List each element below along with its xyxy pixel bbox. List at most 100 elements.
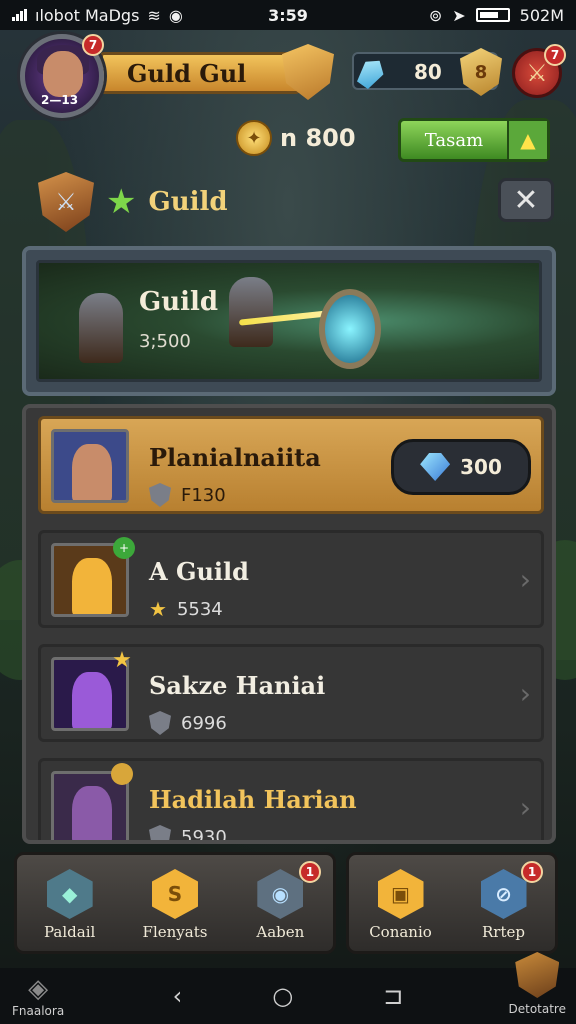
chevron-right-icon: › <box>519 563 531 596</box>
member-stat-value: 5534 <box>176 598 223 620</box>
shield-icon <box>149 825 171 840</box>
guild-banner[interactable]: Guild 3;500 <box>22 246 556 396</box>
location-icon: ➤ <box>452 5 466 25</box>
coin-value: n 800 <box>280 124 356 152</box>
system-right-label: Detotatre <box>508 1002 567 1016</box>
shield-icon <box>149 483 171 507</box>
banner-title: Guild <box>139 287 219 317</box>
tasam-button[interactable]: Tasam ▲ <box>398 118 550 162</box>
nav-item-rrtep[interactable]: ⊘ 1 Rrtep <box>452 855 555 951</box>
buy-gem-button[interactable]: 300 <box>391 439 531 495</box>
list-item[interactable]: Planialnaiita F130 300 <box>38 416 544 514</box>
chevron-right-icon: › <box>519 677 531 710</box>
member-stat: 5930 <box>149 825 227 844</box>
member-portrait <box>51 429 129 503</box>
star-icon: ★ <box>149 597 167 621</box>
blue-shield-icon: ⊘ <box>480 869 527 919</box>
back-button[interactable]: ‹ <box>173 982 183 1010</box>
wifi-icon: ≋ <box>147 5 161 25</box>
member-name: Sakze Haniai <box>149 671 326 700</box>
system-left-shortcut[interactable]: ◈ Fnaalora <box>12 974 64 1018</box>
portal-icon <box>319 289 381 369</box>
sword-icon: ⚔ <box>526 59 548 87</box>
member-name: Planialnaiita <box>149 443 321 472</box>
coin-icon: ✦ <box>236 120 272 156</box>
system-nav-bar: ‹ ○ ⊐ <box>0 968 576 1024</box>
gold-shield-coin-icon: 8 <box>460 48 502 96</box>
home-button[interactable]: ○ <box>272 982 293 1010</box>
battery-text: 502M <box>519 5 564 25</box>
portrait-figure <box>72 444 112 500</box>
member-stat: ★ 5534 <box>149 597 223 621</box>
nav-label: Rrtep <box>482 923 525 941</box>
carrier-text: ılobot MaDgs <box>35 5 140 25</box>
member-stat-value: F130 <box>181 484 226 506</box>
close-button[interactable]: ✕ <box>498 178 554 222</box>
list-item[interactable]: + A Guild ★ 5534 › <box>38 530 544 628</box>
system-left-label: Fnaalora <box>12 1004 65 1018</box>
star-badge-icon: ★ <box>112 647 132 673</box>
nav-item-conanio[interactable]: ▣ Conanio <box>349 855 452 951</box>
green-star-icon: ★ <box>106 182 137 222</box>
nav-label: Flenyats <box>142 923 208 941</box>
player-level: 2—13 <box>41 93 79 107</box>
signal-icon <box>12 9 27 21</box>
player-name-plate[interactable]: Guld Gul <box>100 52 300 94</box>
guild-shield-icon: ⚔ <box>38 172 94 232</box>
nav-notification-badge: 1 <box>521 861 543 883</box>
emblem-icon: ◉ <box>257 869 304 919</box>
system-right-shortcut[interactable]: Detotatre <box>508 952 567 1016</box>
nav-label: Paldail <box>44 923 96 941</box>
guild-header: ⚔ ★ Guild <box>38 172 228 232</box>
nav-item-flenyats[interactable]: S Flenyats <box>122 855 227 951</box>
member-stat-value: 6996 <box>181 712 227 734</box>
gem-icon <box>420 453 451 481</box>
member-stat: F130 <box>149 483 226 507</box>
crystal-hex-icon: ◆ <box>46 869 93 919</box>
list-item[interactable]: ★ Sakze Haniai 6996 › <box>38 644 544 742</box>
plus-badge-icon: + <box>113 537 135 559</box>
recents-button[interactable]: ⊐ <box>383 982 403 1010</box>
treasure-chest-icon: ▣ <box>377 869 424 919</box>
nav-label: Aaben <box>256 923 305 941</box>
member-name: Hadilah Harian <box>149 785 357 814</box>
nav-group-right: ▣ Conanio ⊘ 1 Rrtep <box>346 852 558 954</box>
member-name: A Guild <box>149 557 249 586</box>
list-item[interactable]: Hadilah Harian 5930 › <box>38 758 544 844</box>
member-stat-value: 5930 <box>181 826 227 844</box>
avatar-face <box>43 51 83 97</box>
portrait-figure <box>72 672 112 728</box>
gem-counter[interactable]: 80 8 <box>352 48 502 96</box>
close-icon: ✕ <box>513 182 539 218</box>
dice-icon: ◈ <box>28 974 49 1004</box>
guild-title: Guild <box>148 187 228 217</box>
alarm-icon: ⊚ <box>428 5 443 25</box>
banner-value: 3;500 <box>139 331 191 352</box>
gem-value: 80 <box>414 60 442 84</box>
gold-crest-icon: S <box>151 869 198 919</box>
battery-icon <box>475 8 510 22</box>
buy-gem-price: 300 <box>460 455 502 479</box>
nav-item-aaben[interactable]: ◉ 1 Aaben <box>228 855 333 951</box>
banner-scene: Guild 3;500 <box>36 260 542 382</box>
warrior-figure <box>79 293 123 363</box>
nav-item-paldail[interactable]: ◆ Paldail <box>17 855 122 951</box>
coin-counter: ✦ n 800 <box>236 120 356 156</box>
shield-icon <box>149 711 171 735</box>
member-list: Planialnaiita F130 300 + A Guild ★ 5534 … <box>22 404 556 844</box>
knight-figure <box>229 277 273 347</box>
nav-label: Conanio <box>369 923 432 941</box>
arrow-up-icon: ▲ <box>507 121 547 159</box>
member-stat: 6996 <box>149 711 227 735</box>
settings-notification-badge: 7 <box>544 44 566 66</box>
nav-notification-badge: 1 <box>298 861 321 883</box>
coin-symbol: 8 <box>474 61 488 83</box>
portrait-figure <box>72 558 112 614</box>
crystal-icon <box>353 54 388 91</box>
guild-crest-icon <box>515 952 560 998</box>
status-bar: ılobot MaDgs ≋ ◉ 3:59 ⊚ ➤ 502M <box>0 0 576 30</box>
bottom-nav: ◆ Paldail S Flenyats ◉ 1 Aaben ▣ Conanio… <box>14 852 562 954</box>
nav-group-left: ◆ Paldail S Flenyats ◉ 1 Aaben <box>14 852 336 954</box>
gold-badge-icon <box>111 763 133 785</box>
game-screen: ılobot MaDgs ≋ ◉ 3:59 ⊚ ➤ 502M Guld Gul … <box>0 0 576 1024</box>
